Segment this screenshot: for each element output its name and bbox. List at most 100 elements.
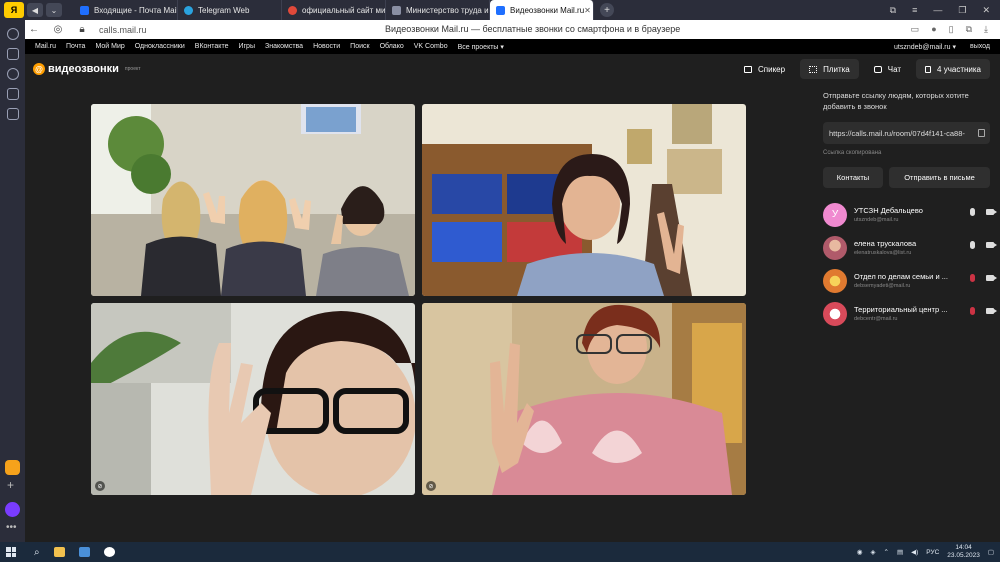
collections-icon[interactable] bbox=[6, 48, 19, 60]
bookmark-icon[interactable]: ⧉ bbox=[890, 5, 896, 16]
downloads-icon[interactable] bbox=[6, 108, 19, 120]
participant-name: УТСЗН Дебальцево bbox=[854, 206, 923, 215]
maximize-icon[interactable]: ❐ bbox=[958, 5, 966, 16]
mic-permission-icon[interactable]: ● bbox=[931, 24, 936, 35]
muted-mic-icon: ⊘ bbox=[426, 481, 436, 491]
more-icon[interactable]: ••• bbox=[6, 522, 17, 533]
browser-tab[interactable]: Министерство труда и со bbox=[386, 0, 490, 20]
video-feed bbox=[422, 104, 746, 296]
volume-icon[interactable]: ◀) bbox=[911, 548, 918, 556]
portal-link[interactable]: Почта bbox=[66, 43, 85, 50]
browser-tab-active[interactable]: Видеозвонки Mail.ru ✕ bbox=[490, 0, 594, 20]
notifications-icon[interactable]: ▢ bbox=[988, 548, 994, 556]
portal-link[interactable]: Поиск bbox=[350, 43, 369, 50]
file-explorer-icon[interactable] bbox=[53, 547, 65, 557]
protect-icon[interactable]: ◎ bbox=[49, 24, 67, 35]
portal-link[interactable]: Знакомства bbox=[265, 43, 303, 50]
muted-mic-icon: ⊘ bbox=[95, 481, 105, 491]
app-logo[interactable]: @ видеозвонки проект bbox=[33, 63, 141, 75]
camera-icon[interactable] bbox=[986, 242, 997, 248]
tile-view-button[interactable]: Плитка bbox=[800, 59, 859, 79]
mic-icon[interactable] bbox=[970, 208, 975, 216]
sidebar-app-icon[interactable] bbox=[6, 88, 19, 100]
video-tile[interactable]: ⊘ bbox=[91, 303, 415, 495]
play-icon[interactable] bbox=[6, 68, 19, 80]
network-icon[interactable]: ▤ bbox=[897, 548, 903, 556]
menu-icon[interactable]: ≡ bbox=[912, 5, 917, 16]
participant-row[interactable]: Территориальный центр ... debcentr@mail.… bbox=[823, 297, 1000, 330]
participants-button[interactable]: 4 участника bbox=[916, 59, 990, 79]
browser-tab[interactable]: официальный сайт мини bbox=[282, 0, 386, 20]
send-email-button[interactable]: Отправить в письме bbox=[889, 167, 990, 188]
url-field[interactable]: calls.mail.ru bbox=[99, 25, 147, 35]
camera-icon[interactable] bbox=[986, 209, 997, 215]
contacts-button[interactable]: Контакты bbox=[823, 167, 883, 188]
search-icon[interactable]: ⌕ bbox=[34, 547, 40, 558]
video-feed bbox=[91, 104, 415, 296]
history-icon[interactable] bbox=[6, 28, 19, 40]
participant-row[interactable]: У УТСЗН Дебальцево utszndeb@mail.ru bbox=[823, 198, 1000, 231]
add-panel-icon[interactable]: + bbox=[7, 478, 14, 492]
video-tile[interactable] bbox=[91, 104, 415, 296]
tab-favicon-icon bbox=[288, 5, 297, 15]
mic-icon[interactable] bbox=[970, 241, 975, 249]
portal-link[interactable]: VK Combo bbox=[414, 43, 448, 50]
reader-icon[interactable]: ▯ bbox=[949, 24, 954, 35]
chat-button[interactable]: Чат bbox=[865, 59, 910, 79]
new-tab-button[interactable]: + bbox=[600, 3, 614, 17]
chevron-up-icon[interactable]: ⌃ bbox=[883, 548, 888, 556]
yandex-browser-logo[interactable]: Я bbox=[4, 2, 24, 18]
camera-icon[interactable] bbox=[986, 275, 997, 281]
video-tile[interactable] bbox=[422, 104, 746, 296]
close-window-icon[interactable]: ✕ bbox=[982, 5, 990, 16]
download-icon[interactable]: ⤓ bbox=[984, 24, 988, 35]
mic-muted-icon[interactable] bbox=[970, 274, 975, 282]
portal-link[interactable]: Мой Мир bbox=[95, 43, 124, 50]
camera-icon[interactable] bbox=[986, 308, 997, 314]
speaker-view-button[interactable]: Спикер bbox=[735, 59, 794, 79]
participant-row[interactable]: елена трускалова elenatruskalova@list.ru bbox=[823, 231, 1000, 264]
room-link-field[interactable]: https://calls.mail.ru/room/07d4f141-ca88… bbox=[823, 122, 990, 144]
logout-link[interactable]: выход bbox=[970, 43, 990, 50]
browser-tab[interactable]: Telegram Web bbox=[178, 0, 282, 20]
view-switcher: Спикер Плитка Чат 4 участника bbox=[735, 59, 990, 79]
avatar bbox=[823, 268, 847, 293]
alice-assistant-icon[interactable] bbox=[5, 502, 20, 517]
camera-permission-icon[interactable]: ▭ bbox=[911, 24, 920, 35]
yandex-browser-taskbar-icon[interactable] bbox=[103, 547, 115, 557]
shield-icon[interactable]: ◈ bbox=[870, 548, 875, 556]
portal-link[interactable]: Игры bbox=[238, 43, 255, 50]
windows-start-icon[interactable] bbox=[6, 547, 16, 557]
tab-close-icon[interactable]: ✕ bbox=[584, 6, 591, 15]
portal-link[interactable]: Mail.ru bbox=[35, 43, 56, 50]
language-indicator[interactable]: РУС bbox=[926, 549, 939, 556]
portal-nav: Mail.ru Почта Мой Мир Одноклассники ВКон… bbox=[25, 39, 1000, 54]
portal-link[interactable]: Новости bbox=[313, 43, 340, 50]
mic-muted-icon[interactable] bbox=[970, 307, 975, 315]
mail-app-icon[interactable] bbox=[5, 460, 20, 475]
portal-link[interactable]: Облако bbox=[380, 43, 404, 50]
tray-app-icon[interactable]: ◉ bbox=[857, 548, 863, 556]
window-controls: ⧉ ≡ — ❐ ✕ bbox=[890, 5, 1000, 16]
participant-row[interactable]: Отдел по делам семьи и ... debsemyadeti@… bbox=[823, 264, 1000, 297]
grid-icon bbox=[809, 65, 818, 73]
tab-audio-icon[interactable]: ◀ bbox=[27, 3, 43, 17]
copy-icon[interactable] bbox=[978, 129, 985, 137]
tabs-dropdown-icon[interactable]: ⌄ bbox=[46, 3, 62, 17]
clock[interactable]: 14:04 23.05.2023 bbox=[947, 544, 980, 560]
portal-link-all-projects[interactable]: Все проекты ▾ bbox=[458, 43, 504, 51]
portal-link[interactable]: Одноклассники bbox=[135, 43, 185, 50]
video-tile[interactable]: ⊘ bbox=[422, 303, 746, 495]
back-icon[interactable]: ← bbox=[25, 24, 43, 35]
store-icon[interactable] bbox=[78, 547, 90, 557]
portal-link[interactable]: ВКонтакте bbox=[195, 43, 229, 50]
tab-favicon-icon bbox=[392, 5, 401, 15]
invite-actions: Контакты Отправить в письме bbox=[823, 167, 1000, 188]
tab-favicon-icon bbox=[184, 5, 193, 15]
extensions-icon[interactable]: ⧉ bbox=[966, 24, 972, 35]
participant-email: elenatruskalova@list.ru bbox=[854, 250, 912, 256]
user-account-menu[interactable]: utszndeb@mail.ru ▾ bbox=[894, 43, 956, 51]
browser-tab[interactable]: Входящие - Почта Mail.ru bbox=[74, 0, 178, 20]
minimize-icon[interactable]: — bbox=[933, 5, 942, 16]
browser-sidebar: + ••• bbox=[0, 20, 25, 542]
